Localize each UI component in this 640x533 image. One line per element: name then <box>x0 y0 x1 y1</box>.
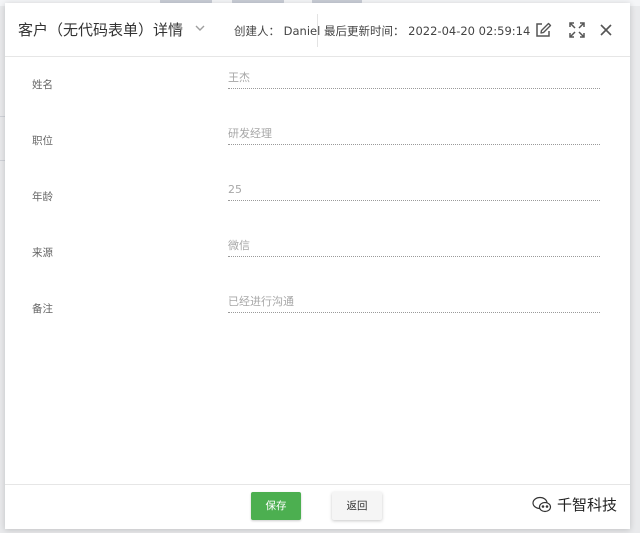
modal-header: 客户（无代码表单）详情 创建人： Daniel 最后更新时间： 2022-04-… <box>5 3 630 57</box>
chevron-up-icon[interactable] <box>171 21 185 35</box>
form-row-remark: 备注 已经进行沟通 <box>5 281 630 321</box>
form-row-name: 姓名 王杰 <box>5 57 630 97</box>
form-row-position: 职位 研发经理 <box>5 113 630 153</box>
wechat-icon <box>532 496 552 514</box>
fullscreen-icon[interactable] <box>568 21 586 39</box>
creator-info: 创建人： Daniel <box>234 24 321 38</box>
header-divider <box>317 14 318 47</box>
position-field[interactable]: 研发经理 <box>228 126 600 145</box>
edit-icon[interactable] <box>534 21 552 39</box>
age-field[interactable]: 25 <box>228 182 600 201</box>
watermark-text: 千智科技 <box>557 496 618 514</box>
modal-title: 客户（无代码表单）详情 <box>18 21 184 39</box>
field-label: 来源 <box>32 247 53 259</box>
source-field[interactable]: 微信 <box>228 238 600 257</box>
field-label: 年龄 <box>32 191 53 203</box>
form-row-source: 来源 微信 <box>5 225 630 265</box>
detail-modal: 客户（无代码表单）详情 创建人： Daniel 最后更新时间： 2022-04-… <box>5 3 630 529</box>
field-label: 职位 <box>32 135 53 147</box>
remark-field[interactable]: 已经进行沟通 <box>228 294 600 313</box>
chevron-down-icon[interactable] <box>193 21 207 35</box>
form-row-age: 年龄 25 <box>5 169 630 209</box>
field-label: 备注 <box>32 303 53 315</box>
back-button[interactable]: 返回 <box>332 492 382 520</box>
field-label: 姓名 <box>32 79 53 91</box>
save-button[interactable]: 保存 <box>251 492 301 520</box>
close-icon[interactable] <box>597 21 615 39</box>
last-updated-info: 最后更新时间： 2022-04-20 02:59:14 <box>324 24 531 38</box>
name-field[interactable]: 王杰 <box>228 70 600 89</box>
